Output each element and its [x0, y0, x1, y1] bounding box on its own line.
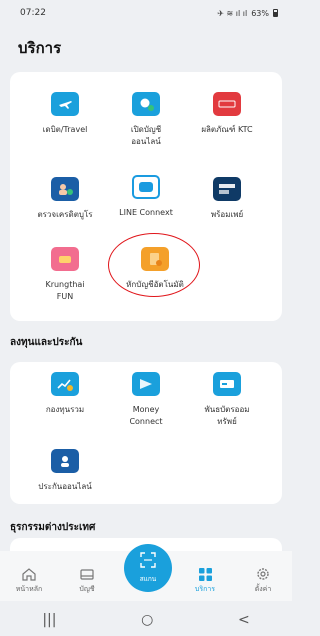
service-label: พร้อมเพย์ [210, 210, 244, 219]
nav-settings[interactable]: ตั้งค่า [238, 567, 288, 595]
home-icon [21, 567, 37, 581]
money-connect-icon [132, 372, 160, 396]
invest-tile-savings-bond[interactable]: พันธบัตรออม ทรัพย์ [182, 372, 272, 428]
section-title-foreign: ธุรกรรมต่างประเทศ [10, 522, 96, 533]
wallet-icon [79, 567, 95, 581]
invest-tile-mutual-fund[interactable]: กองทุนรวม [20, 372, 110, 416]
ktc-icon [213, 92, 241, 116]
gear-icon [255, 567, 271, 581]
travel-card-icon [51, 92, 79, 116]
service-label: ผลิตภัณฑ์ KTC [201, 125, 253, 134]
service-tile-debit-travel[interactable]: เดบิต/Travel [20, 92, 110, 136]
invest-label: ประกันออนไลน์ [38, 482, 92, 491]
open-account-icon [132, 92, 160, 116]
section-title-invest: ลงทุนและประกัน [10, 337, 83, 348]
service-tile-promptpay[interactable]: พร้อมเพย์ [182, 177, 272, 221]
service-label: ตรวจเครดิตบูโร [37, 210, 93, 219]
service-tile-open-account[interactable]: เปิดบัญชี ออนไลน์ [101, 92, 191, 148]
nav-label: บัญชี [79, 585, 95, 593]
system-nav-bar: ||| ○ < [0, 604, 292, 636]
nav-label: หน้าหลัก [15, 585, 43, 593]
service-label: Krungthai FUN [45, 280, 85, 301]
service-label: เปิดบัญชี ออนไลน์ [130, 125, 162, 146]
scan-label: สแกน [139, 575, 157, 583]
online-insurance-icon [51, 449, 79, 473]
back-button[interactable]: < [238, 612, 250, 628]
service-tile-krungthai-fun[interactable]: Krungthai FUN [20, 247, 110, 303]
promptpay-icon [213, 177, 241, 201]
nav-home[interactable]: หน้าหลัก [4, 567, 54, 595]
krungthai-fun-icon [51, 247, 79, 271]
service-label: เดบิต/Travel [42, 125, 88, 134]
service-label: LINE Connext [119, 208, 173, 217]
nav-services[interactable]: บริการ [180, 567, 230, 595]
mutual-fund-icon [51, 372, 79, 396]
invest-tile-online-insurance[interactable]: ประกันออนไลน์ [20, 449, 110, 493]
savings-bond-icon [213, 372, 241, 396]
service-tile-ktc[interactable]: ผลิตภัณฑ์ KTC [182, 92, 272, 136]
invest-tile-money-connect[interactable]: Money Connect [101, 372, 191, 428]
home-button[interactable]: ○ [141, 612, 153, 628]
credit-bureau-icon [51, 177, 79, 201]
recents-button[interactable]: ||| [42, 612, 56, 628]
scan-icon [140, 552, 156, 572]
grid-icon [197, 567, 213, 581]
status-icons: ✈︎ ≋ ıl ıl 63% [217, 9, 278, 18]
service-tile-credit-bureau[interactable]: ตรวจเครดิตบูโร [20, 177, 110, 221]
invest-label: Money Connect [129, 405, 163, 426]
invest-label: พันธบัตรออม ทรัพย์ [204, 405, 250, 426]
line-connext-icon [132, 175, 160, 199]
scan-button[interactable]: สแกน [124, 544, 172, 592]
battery-level: 63% [251, 8, 269, 18]
status-bar: 07:22 ✈︎ ≋ ıl ıl 63% [0, 0, 292, 26]
invest-label: กองทุนรวม [45, 405, 85, 414]
signal-icons: ✈︎ ≋ ıl ıl [217, 8, 248, 18]
status-time: 07:22 [20, 8, 46, 18]
nav-accounts[interactable]: บัญชี [62, 567, 112, 595]
nav-label: ตั้งค่า [254, 585, 272, 593]
page-title: บริการ [18, 39, 62, 57]
battery-icon [273, 9, 278, 17]
service-tile-line-connext[interactable]: LINE Connext [101, 175, 191, 219]
highlight-circle-annotation [108, 233, 200, 297]
nav-label: บริการ [194, 585, 216, 593]
